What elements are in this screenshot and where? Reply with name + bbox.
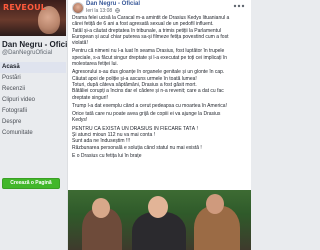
post-line: violată! xyxy=(72,40,88,47)
nav-item-about[interactable]: Despre xyxy=(0,117,66,128)
post-line: Bătăliei corupți a încins dar el cădere … xyxy=(72,88,224,95)
photo-face-left xyxy=(92,198,110,218)
page-nav: Acasă Postări Recenzii Clipuri video Fot… xyxy=(0,62,66,139)
post-time[interactable]: Ieri la 13:08 xyxy=(86,8,112,14)
page-name[interactable]: Dan Negru - Oficial xyxy=(2,40,74,49)
photo-face-right xyxy=(206,194,224,214)
post-paragraph: Trump l-a dat exemplu când a cerut pedea… xyxy=(72,103,248,109)
post-line: E o Drasius cu fetița lui în brațe xyxy=(72,152,142,159)
author-avatar[interactable] xyxy=(72,2,84,14)
post-line: Răzbunarea personală e soluția când stat… xyxy=(72,144,202,151)
page-handle[interactable]: @DanNegruOficial xyxy=(2,50,52,56)
post-line: molestarea fetiței lui. xyxy=(72,61,118,68)
post-line: Agresorului s-au dus gloanțe în organele… xyxy=(72,69,225,76)
post-author[interactable]: Dan Negru - Oficial xyxy=(86,1,140,7)
nav-item-home[interactable]: Acasă xyxy=(0,62,66,73)
post-paragraph: Drama felei ucisă la Caracal m-a amintit… xyxy=(72,15,248,46)
post-text: Drama felei ucisă la Caracal m-a amintit… xyxy=(72,15,248,161)
post-paragraph: E o Drasius cu fetița lui în brațe xyxy=(72,153,248,159)
post-card: Dan Negru - Oficial Ieri la 13:08 Drama … xyxy=(67,0,251,250)
nav-item-photos[interactable]: Fotografii xyxy=(0,106,66,117)
globe-icon xyxy=(115,8,120,13)
post-line: Trump l-a dat exemplu când a cerut pedea… xyxy=(72,102,227,109)
post-line: dreptate singuri! xyxy=(72,94,108,101)
more-options-icon[interactable] xyxy=(233,3,245,9)
nav-item-community[interactable]: Comunitate xyxy=(0,128,66,139)
create-page-button[interactable]: Creează o Pagină xyxy=(2,178,60,189)
nav-item-reviews[interactable]: Recenzii xyxy=(0,84,66,95)
post-line: Kedys! xyxy=(72,117,88,124)
post-paragraph: Pentru că nimeni nu l-a luat în seama Dr… xyxy=(72,48,248,67)
post-paragraph: Orice tată care nu poate avea grijă de c… xyxy=(72,111,248,124)
post-paragraph: PENTRU CĂ EXISTĂ UN DRASIUS ÎN FIECARE T… xyxy=(72,126,248,151)
profile-photo-text: REVEOUL xyxy=(3,3,47,12)
post-header: Dan Negru - Oficial Ieri la 13:08 xyxy=(68,0,251,14)
photo-face-center xyxy=(148,196,168,218)
profile-cover-photo[interactable]: REVEOUL xyxy=(0,0,66,36)
post-line: European și acul chiar puterea sa-și fil… xyxy=(72,33,229,40)
post-photo[interactable] xyxy=(68,190,251,250)
nav-item-posts[interactable]: Postări xyxy=(0,73,66,84)
post-line: Pentru că nimeni nu l-a luat în seama Dr… xyxy=(72,48,225,55)
post-paragraph: Agresorului s-au dus gloanțe în organele… xyxy=(72,69,248,100)
left-column: REVEOUL Dan Negru - Oficial @DanNegruOfi… xyxy=(0,0,74,250)
nav-item-videos[interactable]: Clipuri video xyxy=(0,95,66,106)
